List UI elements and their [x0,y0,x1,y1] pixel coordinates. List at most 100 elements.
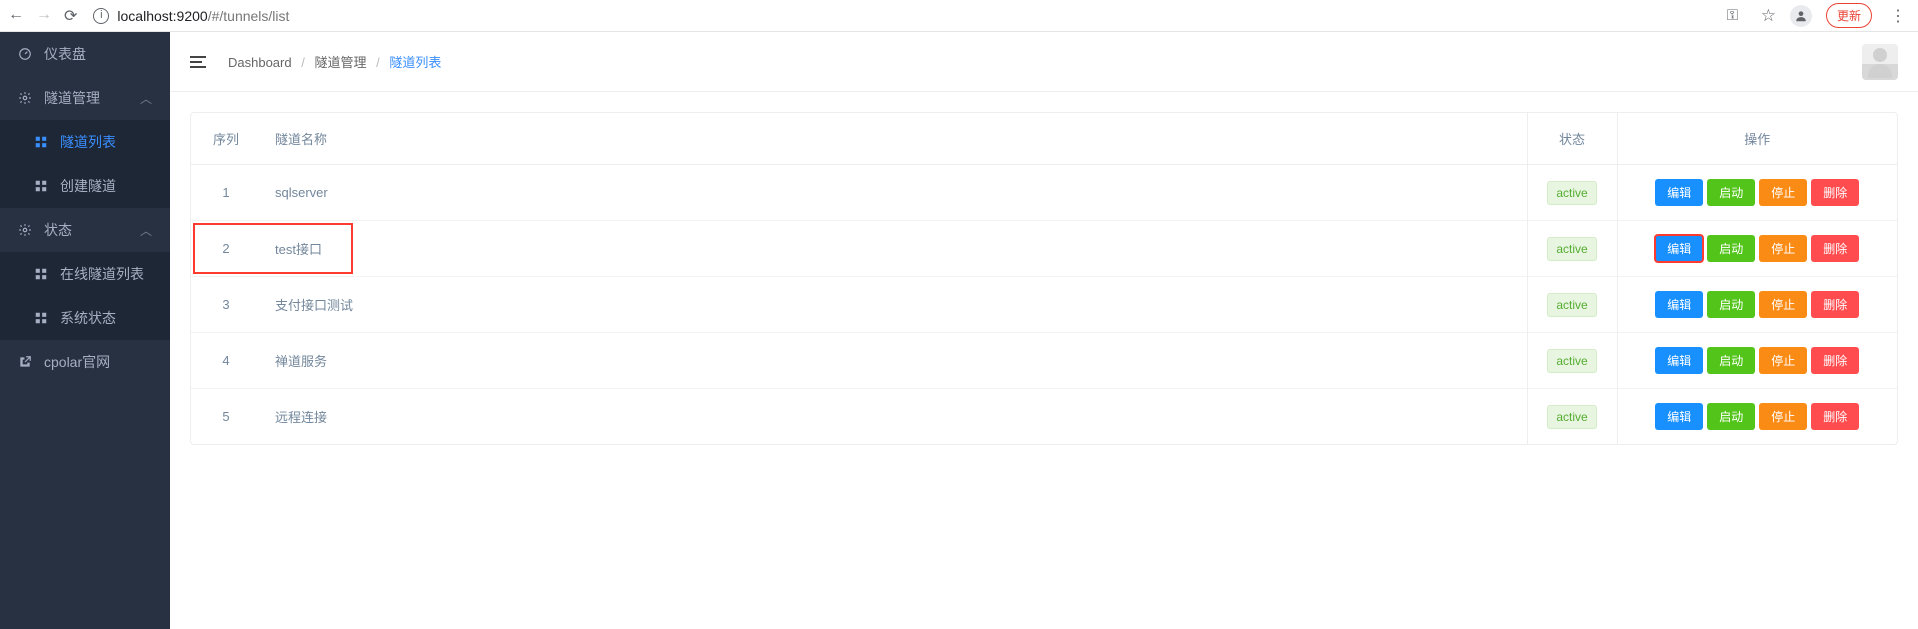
delete-button[interactable]: 删除 [1811,291,1859,318]
start-button[interactable]: 启动 [1707,179,1755,206]
cell-actions: 编辑启动停止删除 [1617,277,1897,333]
chevron-up-icon: ︿ [140,222,152,239]
sidebar-item-cpolar-site[interactable]: cpolar官网 [0,340,170,384]
chevron-up-icon: ︿ [140,90,152,107]
sidebar-item-create-tunnel[interactable]: 创建隧道 [0,164,170,208]
stop-button[interactable]: 停止 [1759,235,1807,262]
delete-button[interactable]: 删除 [1811,235,1859,262]
key-icon[interactable]: ⚿ [1727,7,1747,24]
cell-index: 4 [191,333,261,389]
table-row: 3支付接口测试 active 编辑启动停止删除 [191,277,1897,333]
edit-button[interactable]: 编辑 [1655,403,1703,430]
delete-button[interactable]: 删除 [1811,347,1859,374]
sidebar-item-system-status[interactable]: 系统状态 [0,296,170,340]
kebab-menu-icon[interactable]: ⋮ [1886,6,1910,26]
stop-button[interactable]: 停止 [1759,179,1807,206]
cell-name: sqlserver [261,165,1527,221]
cell-status: active [1527,221,1617,277]
status-badge: active [1547,181,1596,205]
sidebar-item-label: 隧道管理 [44,88,100,108]
nav-arrows: ← → ⟳ [8,6,77,26]
tunnel-table-card: 序列 隧道名称 状态 操作 1sqlserveractive编辑启动停止删除2t… [190,112,1898,445]
profile-button[interactable] [1790,5,1812,27]
grid-icon [34,179,48,193]
sidebar-item-tunnel-manage[interactable]: 隧道管理 ︿ [0,76,170,120]
cell-status: active [1527,389,1617,445]
url-host: localhost:9200 [117,8,207,24]
cell-actions: 编辑启动停止删除 [1617,389,1897,445]
cell-actions: 编辑启动停止删除 [1617,165,1897,221]
edit-button[interactable]: 编辑 [1655,235,1703,262]
forward-button[interactable]: → [36,6,52,26]
status-badge: active [1547,237,1596,261]
sidebar-item-online-tunnels[interactable]: 在线隧道列表 [0,252,170,296]
cell-status: active [1527,333,1617,389]
sidebar-item-tunnel-list[interactable]: 隧道列表 [0,120,170,164]
grid-icon [34,311,48,325]
cell-index: 1 [191,165,261,221]
status-badge: active [1547,349,1596,373]
start-button[interactable]: 启动 [1707,235,1755,262]
bookmark-star-icon[interactable]: ☆ [1761,6,1776,26]
delete-button[interactable]: 删除 [1811,403,1859,430]
browser-chrome: ← → ⟳ i localhost:9200/#/tunnels/list ⚿ … [0,0,1918,32]
cell-status: active [1527,277,1617,333]
edit-button[interactable]: 编辑 [1655,291,1703,318]
sidebar-item-label: cpolar官网 [44,352,110,372]
sidebar-item-dashboard[interactable]: 仪表盘 [0,32,170,76]
edit-button[interactable]: 编辑 [1655,179,1703,206]
table-row: 4禅道服务 active 编辑启动停止删除 [191,333,1897,389]
cell-actions: 编辑启动停止删除 [1617,333,1897,389]
cell-index: 5 [191,389,261,445]
breadcrumb-dashboard[interactable]: Dashboard [228,55,292,70]
start-button[interactable]: 启动 [1707,291,1755,318]
delete-button[interactable]: 删除 [1811,179,1859,206]
person-icon [1794,9,1808,23]
cell-status: active [1527,165,1617,221]
main: Dashboard / 隧道管理 / 隧道列表 序列 隧道名称 状态 操作 [170,32,1918,629]
reload-button[interactable]: ⟳ [64,6,77,26]
edit-button[interactable]: 编辑 [1655,347,1703,374]
cell-index: 2 [191,221,261,277]
content: 序列 隧道名称 状态 操作 1sqlserveractive编辑启动停止删除2t… [170,92,1918,465]
cell-index: 3 [191,277,261,333]
status-badge: active [1547,405,1596,429]
sidebar-item-label: 创建隧道 [60,176,116,196]
breadcrumb-sep: / [301,55,305,70]
sidebar-toggle-icon[interactable] [190,53,208,71]
sidebar-item-label: 状态 [44,220,72,240]
stop-button[interactable]: 停止 [1759,291,1807,318]
th-name: 隧道名称 [261,113,1527,165]
tunnel-table: 序列 隧道名称 状态 操作 1sqlserveractive编辑启动停止删除2t… [191,113,1897,444]
table-row: 2test接口 active 编辑启动停止删除 [191,221,1897,277]
url-bar[interactable]: i localhost:9200/#/tunnels/list [85,8,289,24]
start-button[interactable]: 启动 [1707,403,1755,430]
sidebar: 仪表盘 隧道管理 ︿ 隧道列表 创建隧道 状态 ︿ 在线隧道列表 系统状态 [0,32,170,629]
back-button[interactable]: ← [8,6,24,26]
cell-actions: 编辑启动停止删除 [1617,221,1897,277]
sidebar-item-label: 在线隧道列表 [60,264,144,284]
avatar[interactable] [1862,44,1898,80]
status-badge: active [1547,293,1596,317]
stop-button[interactable]: 停止 [1759,403,1807,430]
breadcrumb: Dashboard / 隧道管理 / 隧道列表 [228,52,441,71]
grid-icon [34,135,48,149]
cell-name: 支付接口测试 [261,277,1527,333]
sidebar-item-label: 仪表盘 [44,44,86,64]
gear-icon [18,223,32,237]
external-link-icon [18,355,32,369]
sidebar-item-label: 系统状态 [60,308,116,328]
sidebar-item-label: 隧道列表 [60,132,116,152]
grid-icon [34,267,48,281]
start-button[interactable]: 启动 [1707,347,1755,374]
update-button[interactable]: 更新 [1826,3,1872,28]
sidebar-item-status[interactable]: 状态 ︿ [0,208,170,252]
cell-name: 禅道服务 [261,333,1527,389]
dashboard-icon [18,47,32,61]
breadcrumb-tunnel-manage[interactable]: 隧道管理 [314,55,366,70]
cell-name: test接口 [261,221,1527,277]
stop-button[interactable]: 停止 [1759,347,1807,374]
cell-name: 远程连接 [261,389,1527,445]
breadcrumb-current: 隧道列表 [389,55,441,70]
gear-icon [18,91,32,105]
